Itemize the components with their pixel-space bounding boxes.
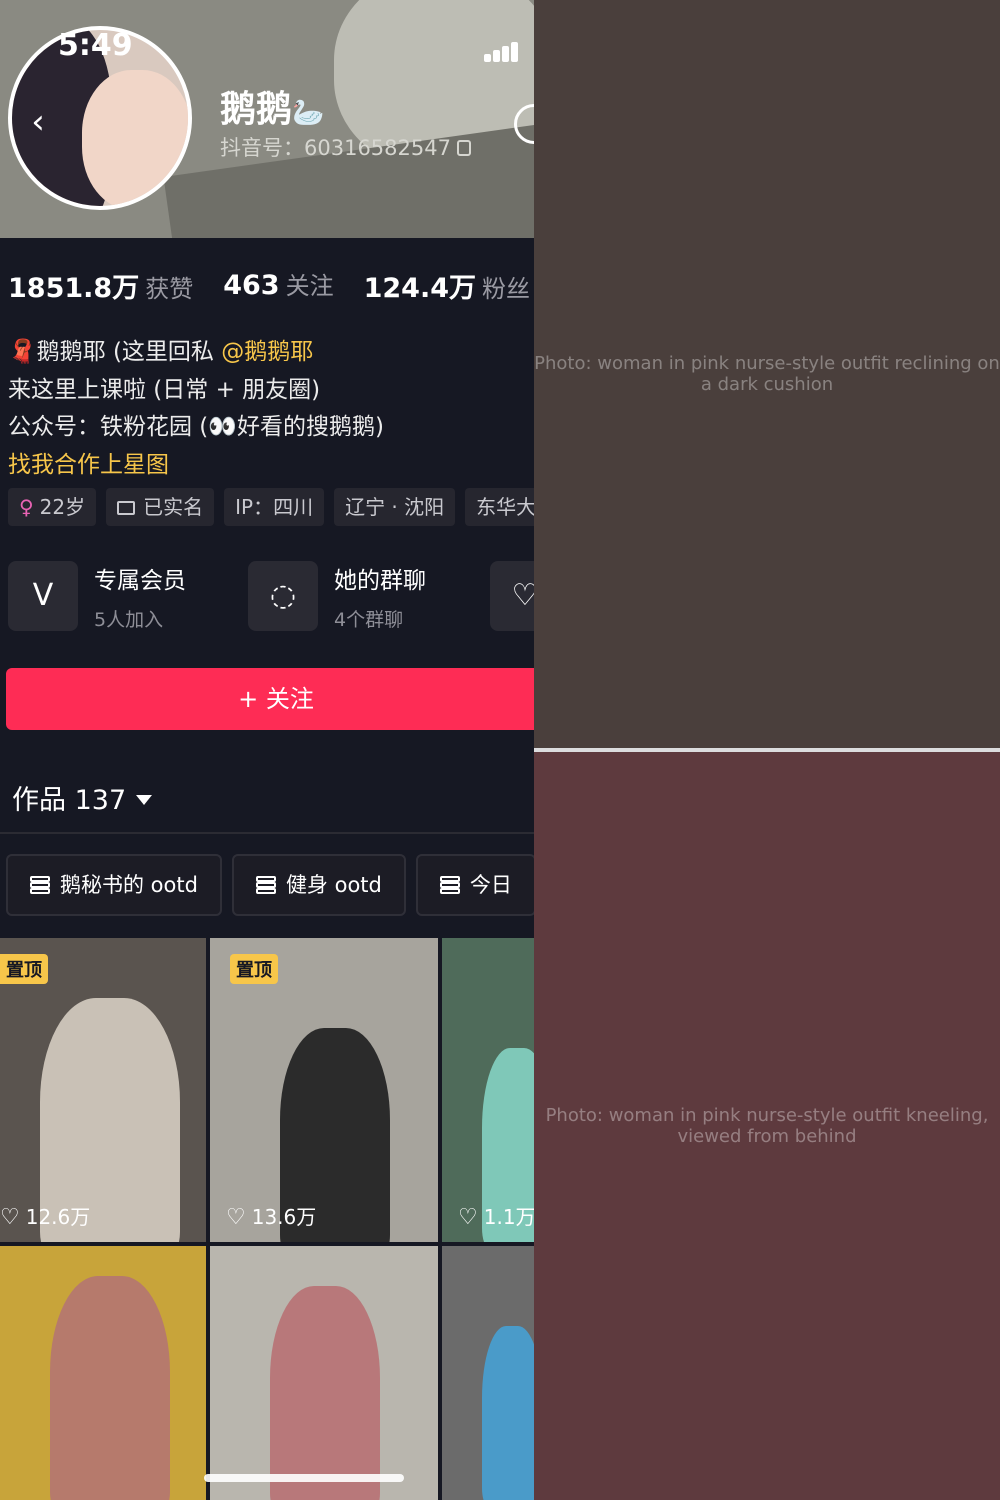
layers-icon bbox=[255, 876, 276, 894]
tag-verified: 已实名 bbox=[106, 488, 215, 526]
photo-label: Photo: woman in pink nurse-style outfit … bbox=[545, 1105, 989, 1147]
like-count: ♡ 12.6万 bbox=[0, 1205, 91, 1230]
heart-icon: ♡ bbox=[458, 1205, 478, 1230]
female-icon: ♀ bbox=[19, 495, 34, 519]
photo-panel: Photo: woman in pink nurse-style outfit … bbox=[534, 0, 1000, 1500]
works-tab[interactable]: 作品 137 bbox=[12, 778, 153, 817]
home-indicator[interactable] bbox=[204, 1474, 404, 1482]
video-thumbnail[interactable] bbox=[0, 1246, 206, 1500]
bio-line: 来这里上课啦 (日常 + 朋友圈) bbox=[8, 376, 321, 403]
bio-line: 公众号：铁粉花园 (👀好看的搜鹅鹅) bbox=[8, 414, 384, 440]
id-card-icon bbox=[117, 501, 136, 515]
group-chat-card[interactable]: ◌ 她的群聊 4个群聊 bbox=[248, 560, 426, 632]
collection-chip[interactable]: 健身 ootd bbox=[231, 854, 406, 916]
member-count: 5人加入 bbox=[94, 608, 164, 631]
profile-nickname: 鹅鹅🦢 bbox=[220, 89, 325, 130]
video-thumbnail[interactable]: ♡ 1.1万 bbox=[442, 938, 534, 1242]
follow-button[interactable]: + 关注 bbox=[6, 668, 534, 730]
chat-bubble-icon: ◌ bbox=[248, 561, 318, 631]
heart-icon: ♡ bbox=[226, 1205, 246, 1230]
swan-emoji: 🦢 bbox=[292, 98, 325, 128]
heart-icon: ♡ bbox=[0, 1205, 20, 1230]
layers-icon bbox=[439, 876, 460, 894]
like-count: ♡ 13.6万 bbox=[226, 1205, 317, 1230]
collection-chip[interactable]: 鹅秘书的 ootd bbox=[6, 854, 222, 916]
photo-placeholder: Photo: woman in pink nurse-style outfit … bbox=[534, 752, 1000, 1500]
member-card[interactable]: V 专属会员 5人加入 bbox=[8, 560, 186, 632]
copy-icon[interactable] bbox=[456, 140, 471, 156]
tag-age: ♀ 22岁 bbox=[8, 488, 97, 526]
profile-tags: ♀ 22岁 已实名 IP：四川 辽宁 · 沈阳 东华大 bbox=[8, 488, 534, 526]
photo-placeholder: Photo: woman in pink nurse-style outfit … bbox=[534, 0, 1000, 748]
tag-school[interactable]: 东华大 bbox=[465, 488, 534, 526]
signal-icon bbox=[484, 40, 518, 62]
profile-stats: 1851.8万 获赞 463 关注 124.4万 粉丝 bbox=[8, 266, 534, 305]
pinned-badge: 置顶 bbox=[0, 954, 48, 984]
back-arrow-icon[interactable]: ‹ bbox=[20, 104, 56, 140]
stat-likes[interactable]: 1851.8万 获赞 bbox=[8, 266, 193, 305]
video-thumbnail[interactable]: 置顶 ♡ 13.6万 bbox=[210, 938, 438, 1242]
profile-bio: 🧣鹅鹅耶 (这里回私 @鹅鹅耶 来这里上课啦 (日常 + 朋友圈) 公众号：铁粉… bbox=[8, 334, 384, 484]
tag-ip: IP：四川 bbox=[224, 488, 325, 526]
heart-chat-icon: ♡ bbox=[490, 561, 534, 631]
divider bbox=[0, 832, 534, 834]
pinned-badge: 置顶 bbox=[230, 954, 278, 984]
collection-tabs: 鹅秘书的 ootd 健身 ootd 今日 bbox=[6, 854, 534, 916]
caret-down-icon bbox=[136, 795, 153, 805]
stat-following[interactable]: 463 关注 bbox=[223, 266, 333, 305]
collection-chip[interactable]: 今日 bbox=[415, 854, 534, 916]
mention-link[interactable]: @鹅鹅耶 bbox=[221, 339, 313, 365]
stat-followers[interactable]: 124.4万 粉丝 bbox=[364, 266, 530, 305]
extra-card[interactable]: ♡ bbox=[490, 560, 534, 632]
profile-screen: 5:49 ‹ 鹅鹅🦢 抖音号：60316582547 1851.8万 获赞 463… bbox=[0, 0, 534, 1500]
video-grid: 置顶 ♡ 12.6万 置顶 ♡ 13.6万 ♡ 1.1万 bbox=[0, 938, 534, 1500]
group-chat-count: 4个群聊 bbox=[334, 608, 404, 631]
collab-link[interactable]: 找我合作上星图 bbox=[8, 447, 384, 485]
ribbon-emoji: 🧣 bbox=[8, 339, 37, 365]
member-title: 专属会员 bbox=[94, 567, 186, 594]
like-count: ♡ 1.1万 bbox=[458, 1205, 534, 1230]
video-thumbnail[interactable] bbox=[442, 1246, 534, 1500]
profile-header: 5:49 ‹ 鹅鹅🦢 抖音号：60316582547 bbox=[0, 0, 534, 238]
eyes-emoji: 👀 bbox=[208, 414, 237, 440]
bio-line: 🧣鹅鹅耶 (这里回私 @鹅鹅耶 bbox=[8, 339, 314, 365]
status-time: 5:49 bbox=[58, 28, 133, 63]
photo-label: Photo: woman in pink nurse-style outfit … bbox=[534, 353, 1000, 395]
video-thumbnail[interactable]: 置顶 ♡ 12.6万 bbox=[0, 938, 206, 1242]
video-thumbnail[interactable] bbox=[210, 1246, 438, 1500]
group-chat-title: 她的群聊 bbox=[334, 567, 426, 594]
douyin-id: 抖音号：60316582547 bbox=[220, 132, 471, 162]
tag-location[interactable]: 辽宁 · 沈阳 bbox=[334, 488, 456, 526]
layers-icon bbox=[30, 876, 50, 894]
vip-icon: V bbox=[8, 561, 78, 631]
